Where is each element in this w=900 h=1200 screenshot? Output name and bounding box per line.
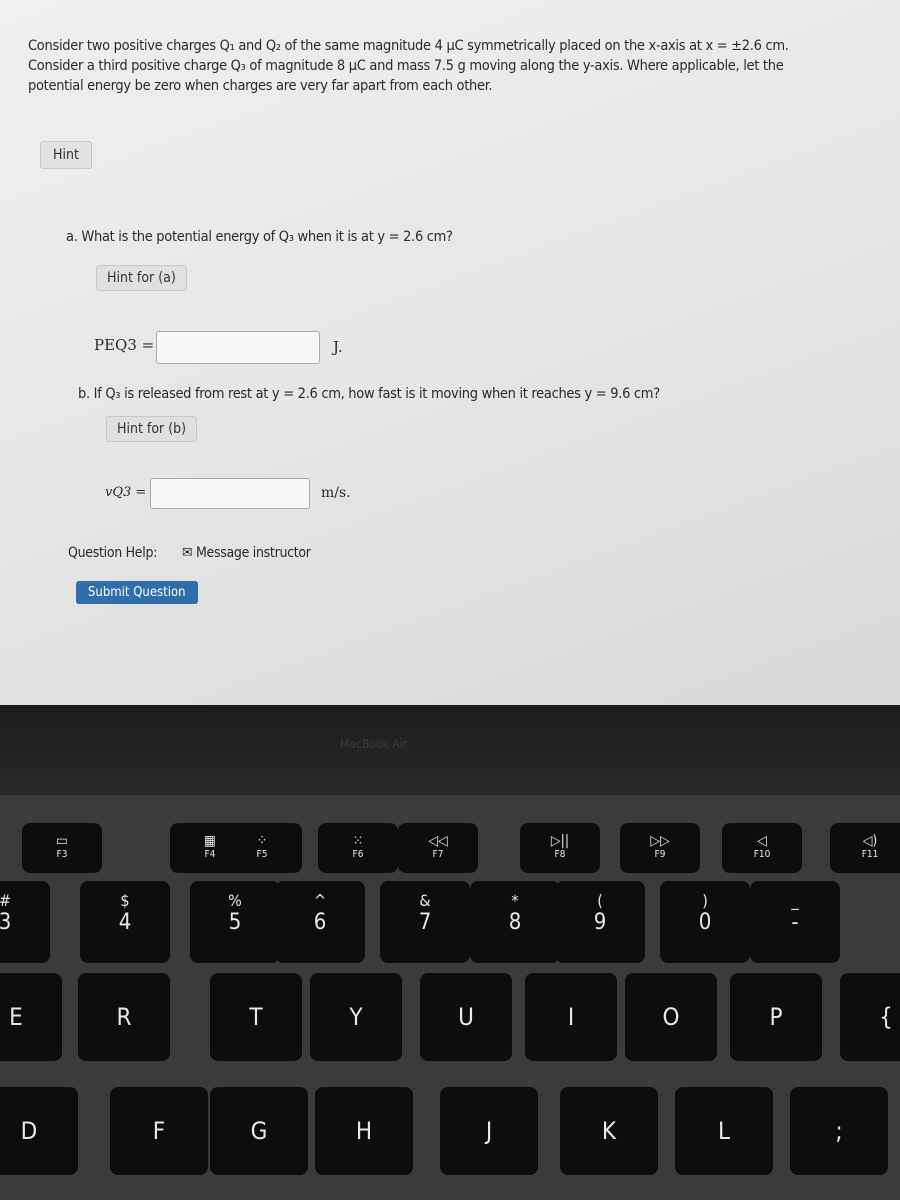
key-5[interactable]: % 5	[190, 881, 280, 963]
key-u[interactable]: U	[420, 973, 512, 1061]
key-r[interactable]: R	[78, 973, 170, 1061]
laptop-bezel: MacBook Air	[0, 705, 900, 800]
problem-statement: Consider two positive charges Q₁ and Q₂ …	[28, 38, 789, 94]
bezel-logo: MacBook Air	[340, 737, 407, 751]
mission-control-icon: ▭	[56, 833, 68, 849]
key-f3[interactable]: ▭ F3	[22, 823, 102, 873]
key-e[interactable]: E	[0, 973, 62, 1061]
rewind-icon: ◁◁	[428, 833, 448, 849]
key-o[interactable]: O	[625, 973, 717, 1061]
key-k[interactable]: K	[560, 1087, 658, 1175]
key-h[interactable]: H	[315, 1087, 413, 1175]
part-a-question: a. What is the potential energy of Q₃ wh…	[66, 229, 453, 245]
v-label: vQ3 =	[105, 485, 147, 500]
key-f11[interactable]: ◁) F11	[830, 823, 900, 873]
key-y[interactable]: Y	[310, 973, 402, 1061]
question-help-label: Question Help:	[68, 545, 158, 561]
keyboard-brightness-down-icon: ⁘	[256, 833, 268, 849]
key-f8[interactable]: ▷|| F8	[520, 823, 600, 873]
browser-screen: Consider two positive charges Q₁ and Q₂ …	[0, 0, 900, 705]
key-3[interactable]: #3	[0, 881, 50, 963]
envelope-icon: ✉	[182, 545, 193, 561]
key-f5[interactable]: ⁘ F5	[222, 823, 302, 873]
part-b-question: b. If Q₃ is released from rest at y = 2.…	[78, 386, 660, 402]
keyboard-brightness-up-icon: ⁙	[352, 833, 364, 849]
key-f[interactable]: F	[110, 1087, 208, 1175]
key-9[interactable]: (9	[555, 881, 645, 963]
hint-button[interactable]: Hint	[40, 141, 92, 169]
key-f10[interactable]: ◁ F10	[722, 823, 802, 873]
pe-unit: J.	[333, 338, 343, 356]
key-;[interactable]: ;	[790, 1087, 888, 1175]
pe-input[interactable]	[156, 331, 320, 364]
v-input[interactable]	[150, 478, 310, 509]
fast-forward-icon: ▷▷	[650, 833, 670, 849]
message-instructor-link[interactable]: ✉ Message instructor	[182, 543, 311, 563]
key-l[interactable]: L	[675, 1087, 773, 1175]
key-t[interactable]: T	[210, 973, 302, 1061]
key-j[interactable]: J	[440, 1087, 538, 1175]
keyboard: ▭ F3 ▦ F4 ⁘ F5 ⁙ F6 ◁◁ F7 ▷|| F8 ▷▷ F9 ◁ F10 ◁) F11 #3 $4% 5…	[0, 795, 900, 1200]
key-8[interactable]: * 8	[470, 881, 560, 963]
key-d[interactable]: D	[0, 1087, 78, 1175]
key-0[interactable]: ) 0	[660, 881, 750, 963]
hint-b-button[interactable]: Hint for (b)	[106, 416, 198, 442]
submit-question-button[interactable]: Submit Question	[76, 581, 198, 604]
key--[interactable]: _ -	[750, 881, 840, 963]
volume-down-icon: ◁)	[862, 833, 878, 849]
key-i[interactable]: I	[525, 973, 617, 1061]
key-{[interactable]: {	[840, 973, 900, 1061]
key-f9[interactable]: ▷▷ F9	[620, 823, 700, 873]
key-f6[interactable]: ⁙ F6	[318, 823, 398, 873]
key-6[interactable]: ^ 6	[275, 881, 365, 963]
key-g[interactable]: G	[210, 1087, 308, 1175]
v-unit: m/s.	[321, 485, 351, 501]
key-p[interactable]: P	[730, 973, 822, 1061]
key-4[interactable]: $4	[80, 881, 170, 963]
pe-label: PEQ3 =	[94, 336, 155, 354]
play-pause-icon: ▷||	[550, 833, 570, 849]
key-f7[interactable]: ◁◁ F7	[398, 823, 478, 873]
key-7[interactable]: & 7	[380, 881, 470, 963]
mute-icon: ◁	[757, 833, 767, 849]
hint-a-button[interactable]: Hint for (a)	[96, 265, 187, 291]
